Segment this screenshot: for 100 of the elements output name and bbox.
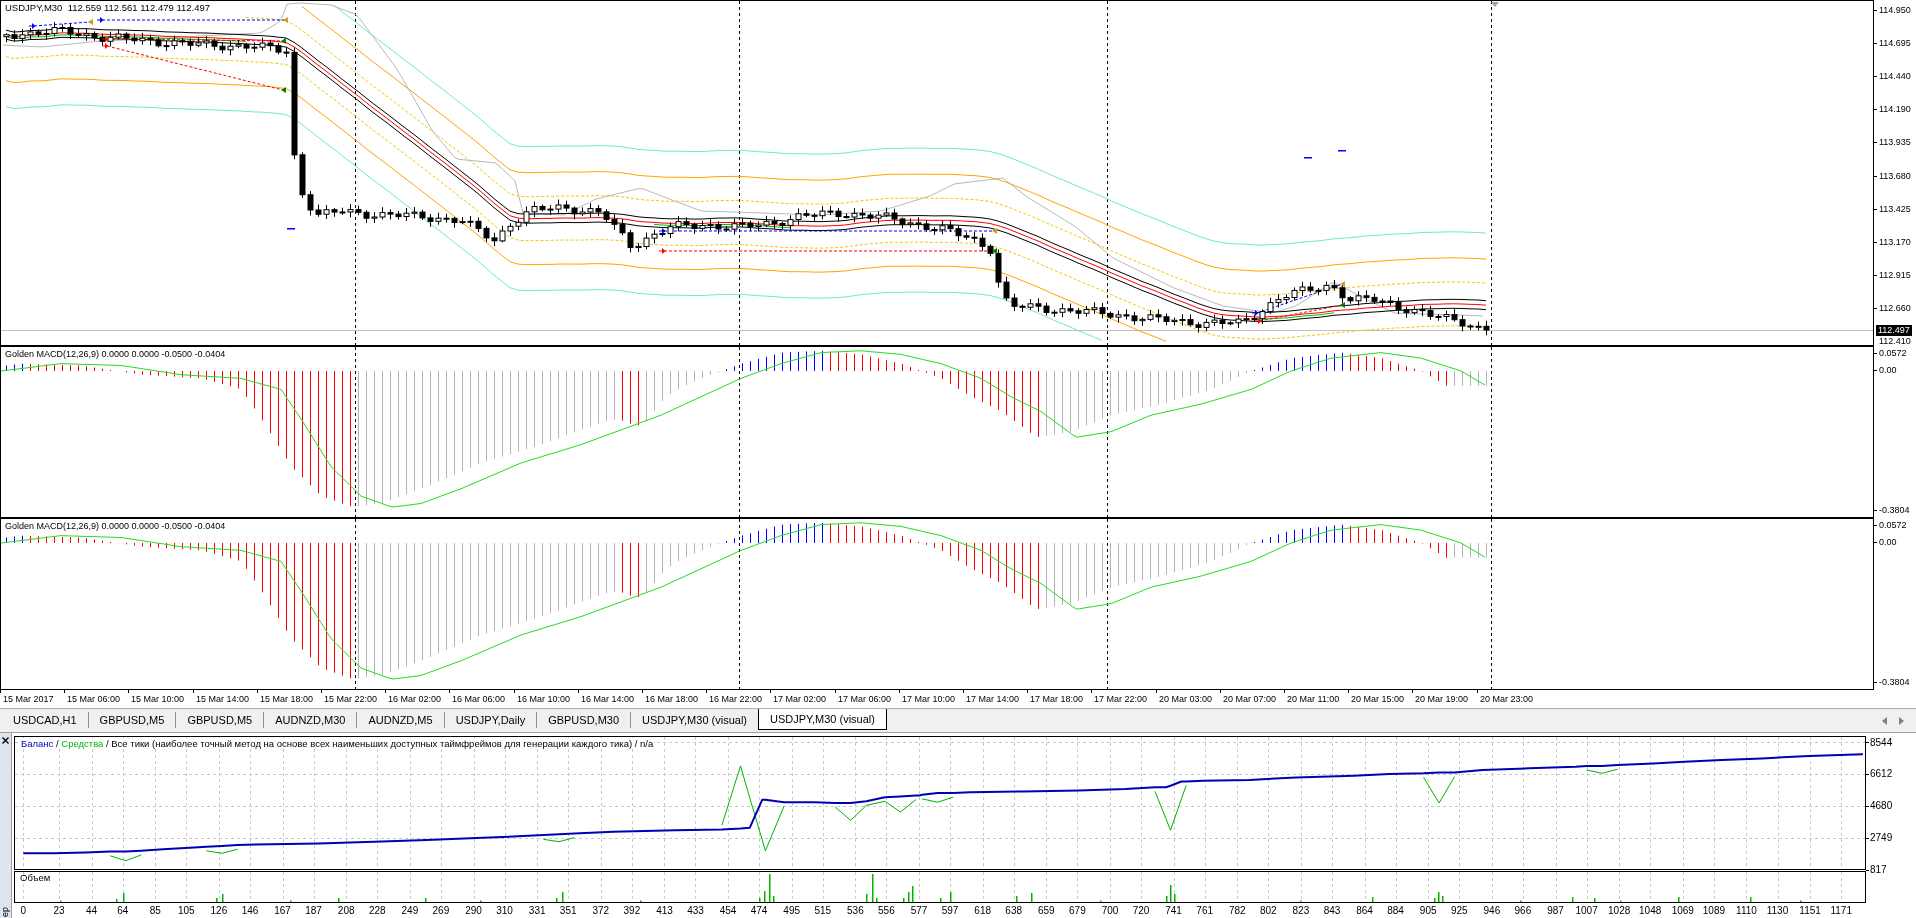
time-axis-label: 15 Mar 22:00 (324, 694, 378, 704)
x-axis-label: 64 (117, 905, 129, 916)
price-axis-label: 113.425 (1879, 204, 1911, 214)
y-axis-label: 4680 (1870, 800, 1893, 812)
x-axis-label: 802 (1259, 905, 1277, 916)
tab[interactable]: USDCAD,H1 (2, 712, 89, 728)
time-axis-label: 15 Mar 18:00 (260, 694, 314, 704)
x-axis-label: 146 (241, 905, 259, 916)
x-axis-label: 1007 (1575, 905, 1598, 916)
volume-label: Объем (20, 872, 51, 883)
x-axis-label: 720 (1132, 905, 1150, 916)
x-axis-label: 556 (878, 905, 895, 916)
x-axis-label: 515 (814, 905, 832, 916)
x-axis-label: 105 (177, 905, 195, 916)
x-axis-label: 679 (1069, 905, 1086, 916)
x-axis-label: 23 (53, 905, 65, 916)
tab[interactable]: AUDNZD,M30 (264, 712, 358, 728)
indicator-axis-label: 0.00 (1879, 365, 1897, 375)
price-axis-label: 113.935 (1879, 137, 1911, 147)
chart-shift-icon (1491, 2, 1499, 7)
x-axis-label: 167 (274, 905, 291, 916)
x-axis-label: 597 (941, 905, 959, 916)
level-mark (1304, 157, 1312, 159)
side-tab-label[interactable]: ер (1, 907, 10, 918)
time-axis-label: 16 Mar 02:00 (388, 694, 442, 704)
tab[interactable]: GBPUSD,M5 (88, 712, 177, 728)
triangle-marker-icon (283, 17, 288, 23)
price-axis-label: 112.660 (1879, 303, 1911, 313)
x-axis-label: 1171 (1830, 905, 1852, 916)
time-axis-label: 20 Mar 11:00 (1287, 694, 1340, 704)
close-icon[interactable] (2, 737, 9, 744)
x-axis-label: 884 (1387, 905, 1404, 916)
x-axis-label: 843 (1323, 905, 1341, 916)
x-axis-label: 618 (974, 905, 992, 916)
tab[interactable]: AUDNZD,M5 (357, 712, 445, 728)
scroll-right-icon[interactable] (1899, 716, 1904, 725)
triangle-marker-icon (281, 38, 286, 44)
x-axis-label: 823 (1292, 905, 1310, 916)
x-axis-label: 331 (528, 905, 546, 916)
x-axis-label: 249 (401, 905, 419, 916)
arrow-icon (29, 23, 36, 29)
x-axis-label: 392 (623, 905, 641, 916)
x-axis-label: 577 (910, 905, 928, 916)
scroll-left-icon[interactable] (1882, 716, 1887, 725)
y-axis-label: 817 (1870, 864, 1887, 875)
time-axis-label: 17 Mar 02:00 (773, 694, 827, 704)
tab[interactable]: USDJPY,M30 (visual) (631, 712, 758, 728)
tab[interactable]: USDJPY,Daily (444, 712, 538, 728)
x-axis-label: 925 (1450, 905, 1468, 916)
indicator-axis-label: 0.00 (1879, 537, 1897, 547)
tab[interactable]: GBPUSD,M30 (537, 712, 632, 728)
x-axis-label: 536 (847, 905, 864, 916)
x-axis-label: 351 (559, 905, 577, 916)
x-axis-label: 269 (432, 905, 450, 916)
x-axis-label: 372 (592, 905, 610, 916)
x-axis-label: 208 (337, 905, 355, 916)
price-axis-label: 114.695 (1879, 38, 1911, 48)
x-axis-label: 864 (1356, 905, 1373, 916)
time-axis-label: 15 Mar 06:00 (67, 694, 121, 704)
price-axis-label: 112.410 (1879, 336, 1911, 346)
y-axis-label: 8544 (1870, 736, 1893, 748)
chart-legend: Баланс / Средства / Все тики (наиболее точный метод на основе всех наименьших доступных таймфреймов для генерации каждого тика) / n/a (20, 738, 655, 749)
x-axis-label: 1151 (1799, 905, 1821, 916)
x-axis-label: 946 (1483, 905, 1501, 916)
time-axis-label: 16 Mar 22:00 (709, 694, 763, 704)
x-axis-label: 1089 (1702, 905, 1726, 916)
triangle-marker-icon (992, 228, 997, 234)
x-axis-label: 761 (1196, 905, 1214, 916)
triangle-marker-icon (992, 248, 997, 254)
x-axis-label: 433 (687, 905, 704, 916)
time-axis-label: 16 Mar 18:00 (645, 694, 699, 704)
time-axis-label: 20 Mar 19:00 (1415, 694, 1469, 704)
x-axis-label: 1130 (1766, 905, 1789, 916)
x-axis-label: 659 (1037, 905, 1055, 916)
tab[interactable]: GBPUSD,M5 (176, 712, 265, 728)
triangle-marker-icon (281, 87, 286, 93)
time-axis-label: 17 Mar 14:00 (966, 694, 1020, 704)
price-axis-label: 114.190 (1879, 104, 1911, 114)
arrow-icon (659, 248, 666, 254)
x-axis-label: 987 (1547, 905, 1564, 916)
level-mark (287, 228, 295, 230)
indicator-header: Golden MACD(12,26,9) 0.0000 0.0000 -0.0500 -0.0404 (5, 521, 226, 531)
time-axis-label: 17 Mar 18:00 (1030, 694, 1084, 704)
chart-header: USDJPY,M30 112.559 112.561 112.479 112.497 (5, 3, 211, 13)
time-axis-label: 16 Mar 14:00 (581, 694, 635, 704)
indicator-axis-label: 0.0572 (1879, 520, 1907, 530)
x-axis-label: 966 (1514, 905, 1532, 916)
x-axis-label: 1028 (1608, 905, 1631, 916)
x-axis-label: 310 (496, 905, 513, 916)
x-axis-label: 290 (465, 905, 482, 916)
tab[interactable]: USDJPY,M30 (visual) (758, 709, 887, 730)
time-axis-label: 17 Mar 10:00 (902, 694, 956, 704)
x-axis-label: 905 (1419, 905, 1437, 916)
arrow-icon (97, 17, 104, 23)
triangle-marker-icon (1340, 281, 1345, 287)
triangle-marker-icon (88, 19, 93, 25)
x-axis-label: 228 (368, 905, 386, 916)
x-axis-label: 1110 (1736, 905, 1757, 916)
x-axis-label: 1069 (1671, 905, 1694, 916)
price-axis-label: 112.915 (1879, 270, 1911, 280)
